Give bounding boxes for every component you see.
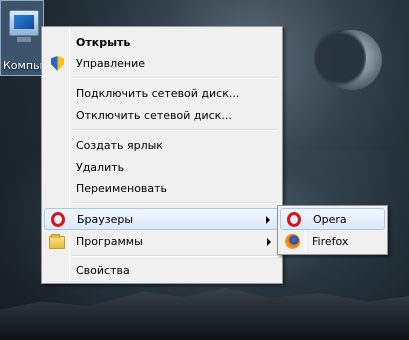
menu-item-label: Создать ярлык	[76, 139, 163, 152]
menu-item-manage[interactable]: Управление	[44, 53, 280, 75]
menu-item-label: Подключить сетевой диск...	[76, 87, 240, 100]
browsers-submenu: Opera Firefox	[277, 205, 388, 255]
opera-icon	[50, 212, 66, 228]
menu-item-label: Управление	[76, 57, 146, 70]
menu-item-map-network-drive[interactable]: Подключить сетевой диск...	[44, 83, 280, 105]
submenu-item-label: Opera	[313, 213, 347, 226]
menu-item-label: Отключить сетевой диск...	[76, 109, 232, 122]
uac-shield-icon	[49, 56, 65, 72]
submenu-item-label: Firefox	[312, 235, 349, 248]
computer-icon	[9, 10, 39, 36]
menu-item-label: Открыть	[76, 36, 131, 49]
menu-separator	[72, 202, 278, 204]
submenu-item-opera[interactable]: Opera	[280, 208, 385, 230]
menu-item-label: Браузеры	[77, 213, 134, 226]
menu-separator	[72, 129, 278, 131]
menu-item-programs[interactable]: Программы	[44, 231, 280, 253]
context-menu: Открыть Управление Подключить сетевой ди…	[41, 26, 283, 284]
menu-item-delete[interactable]: Удалить	[44, 157, 280, 179]
menu-separator	[72, 255, 278, 257]
menu-item-browsers[interactable]: Браузеры	[44, 208, 280, 230]
menu-item-label: Удалить	[76, 161, 125, 174]
menu-separator	[72, 77, 278, 79]
folder-icon	[49, 234, 65, 250]
menu-item-create-shortcut[interactable]: Создать ярлык	[44, 135, 280, 157]
submenu-arrow-icon	[266, 216, 270, 224]
menu-item-open[interactable]: Открыть	[44, 32, 280, 54]
menu-item-properties[interactable]: Свойства	[44, 260, 280, 282]
menu-item-rename[interactable]: Переименовать	[44, 178, 280, 200]
menu-item-disconnect-network-drive[interactable]: Отключить сетевой диск...	[44, 105, 280, 127]
submenu-arrow-icon	[267, 238, 271, 246]
menu-item-label: Переименовать	[76, 182, 168, 195]
opera-icon	[286, 212, 302, 228]
firefox-icon	[285, 234, 301, 250]
menu-item-label: Свойства	[76, 264, 130, 277]
submenu-item-firefox[interactable]: Firefox	[280, 231, 385, 253]
wallpaper-moon	[314, 28, 382, 90]
menu-item-label: Программы	[76, 235, 143, 248]
desktop-icon-computer[interactable]: Компьютер	[0, 0, 47, 76]
